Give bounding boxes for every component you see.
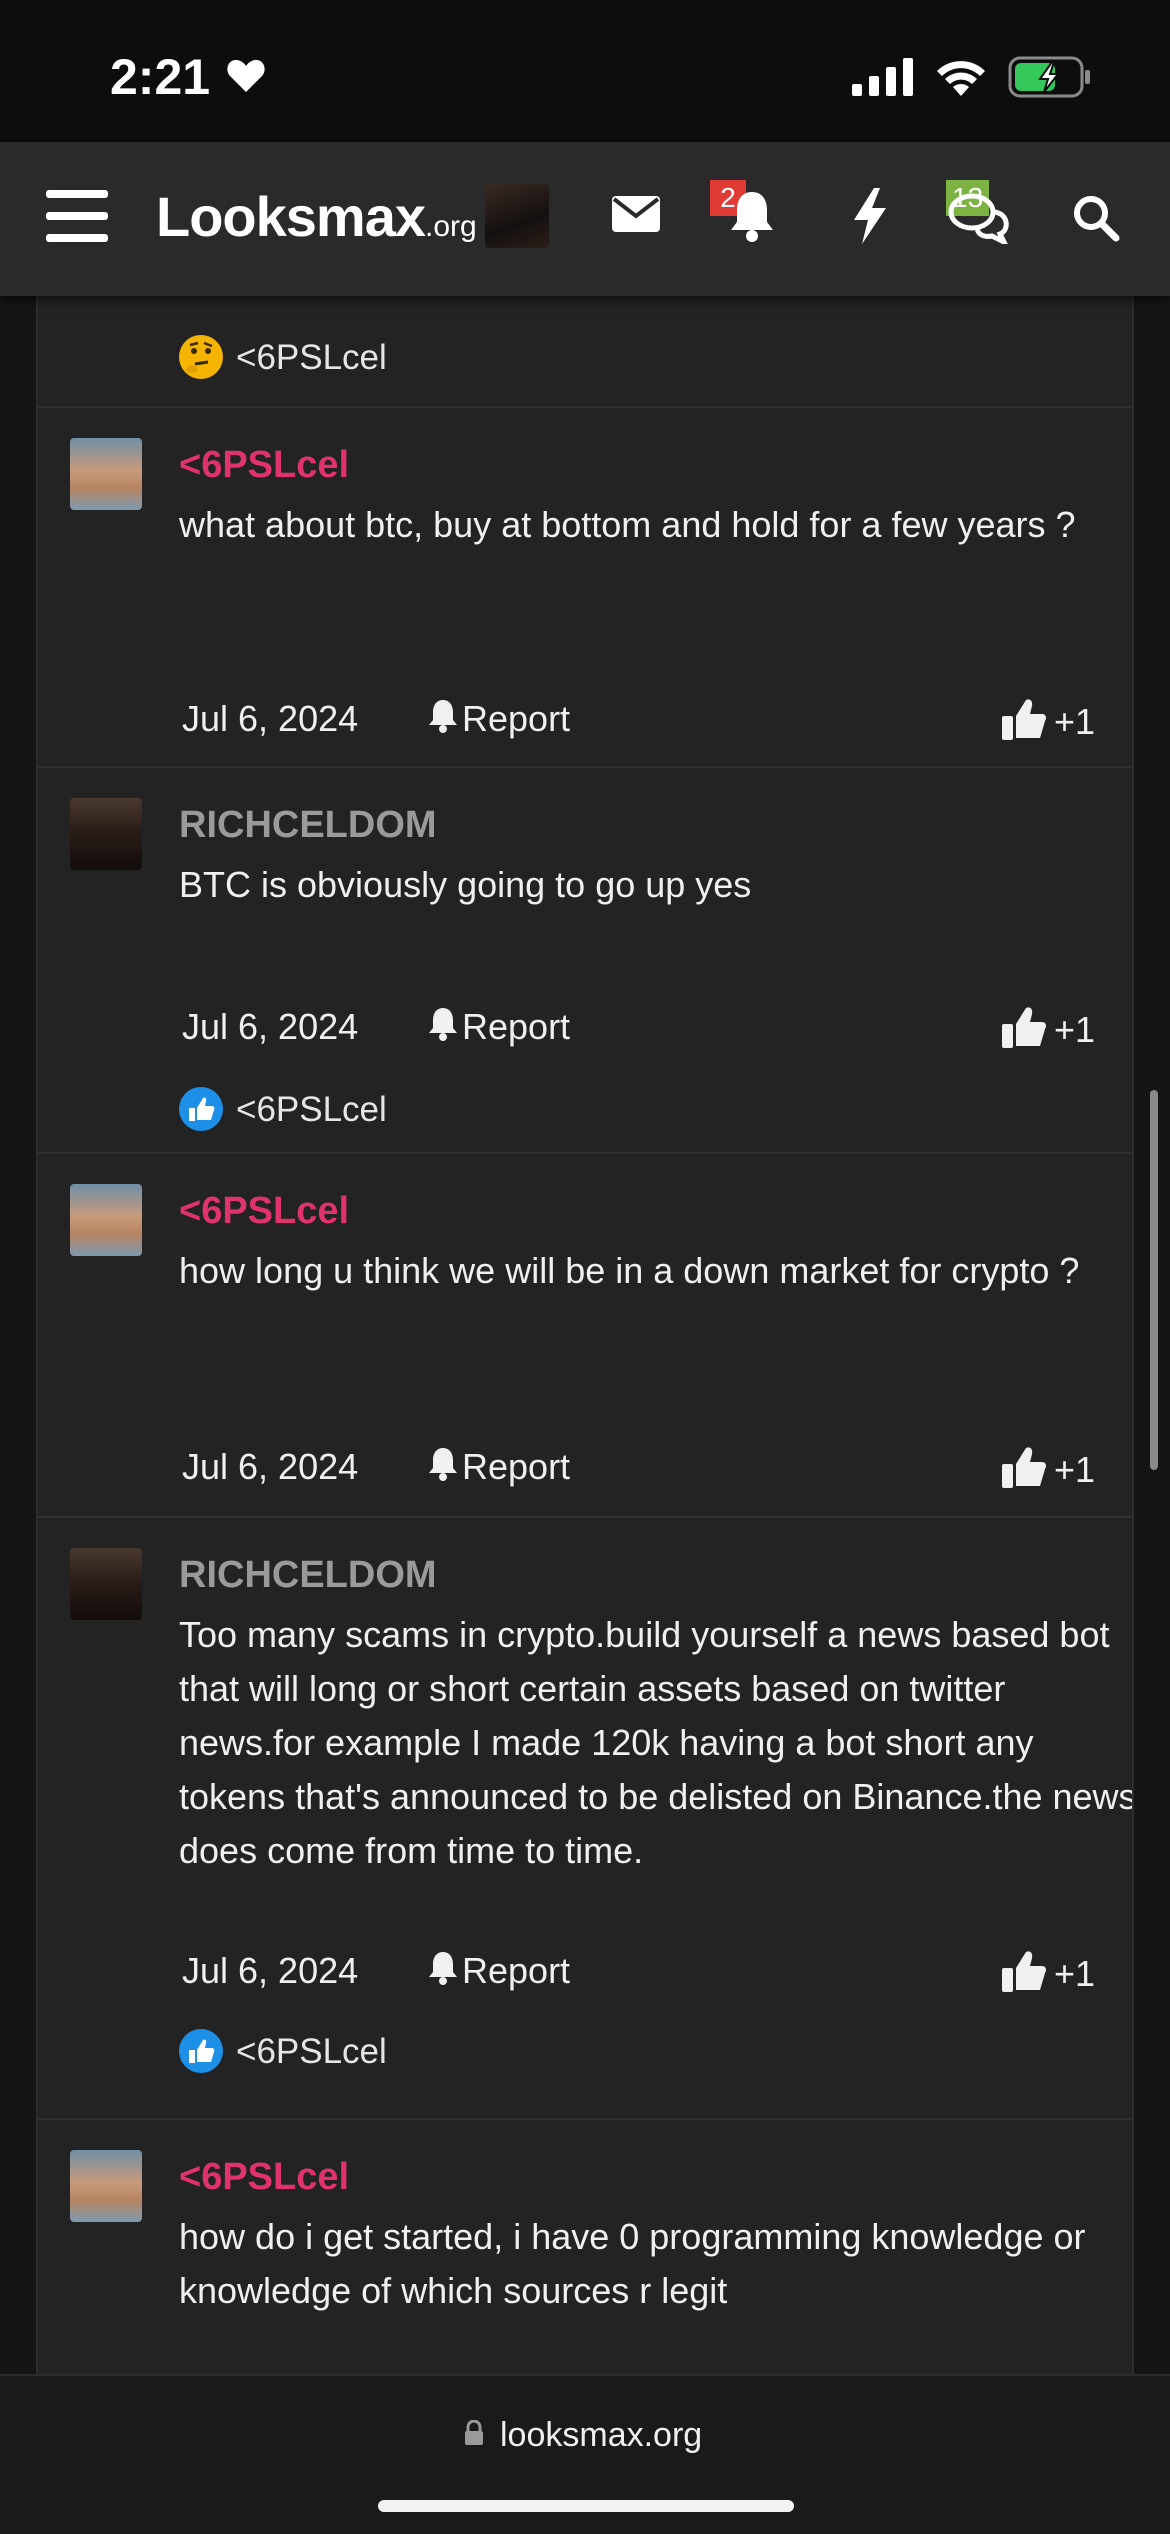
post-author[interactable]: <6PSLcel [179, 1190, 349, 1233]
logo-suffix: .org [425, 210, 477, 243]
heart-icon [227, 59, 265, 92]
url-text[interactable]: looksmax.org [500, 2416, 702, 2455]
bell-icon [429, 700, 457, 733]
post-body: how long u think we will be in a down ma… [179, 1250, 1080, 1291]
report-button[interactable]: Report [428, 698, 570, 740]
author-avatar[interactable] [70, 2150, 142, 2222]
post: RICHCELDOM Too many scams in crypto.buil… [38, 1518, 1132, 2118]
lock-icon [465, 2420, 483, 2445]
chat-bubbles-icon[interactable] [948, 192, 1012, 244]
user-avatar[interactable] [485, 184, 549, 248]
like-reaction-icon [179, 2029, 223, 2073]
author-avatar[interactable] [70, 1184, 142, 1256]
post-body: BTC is obviously going to go up yes [179, 864, 752, 905]
report-label: Report [462, 1006, 571, 1047]
post: RICHCELDOM BTC is obviously going to go … [38, 768, 1132, 1152]
site-logo[interactable]: Looksmax.org [156, 184, 477, 249]
reaction-summary[interactable]: <6PSLcel [38, 1068, 1132, 1148]
reaction-summary[interactable]: <6PSLcel [38, 2010, 1132, 2090]
status-time: 2:21 [110, 49, 211, 105]
report-label: Report [462, 1950, 571, 1991]
thumbs-up-icon [1002, 699, 1046, 740]
like-button[interactable]: +1 [1002, 698, 1095, 743]
reaction-username[interactable]: <6PSLcel [236, 2032, 387, 2072]
post-date[interactable]: Jul 6, 2024 [182, 698, 358, 740]
reaction-username[interactable]: <6PSLcel [236, 1090, 387, 1130]
scrollbar[interactable] [1150, 1090, 1158, 1470]
bell-icon [429, 1952, 457, 1985]
post: <6PSLcel what about btc, buy at bottom a… [38, 408, 1132, 766]
envelope-icon[interactable] [612, 196, 660, 232]
home-indicator[interactable] [378, 2500, 794, 2512]
report-button[interactable]: Report [428, 1446, 570, 1488]
hamburger-menu-icon[interactable] [46, 190, 108, 242]
like-label: +1 [1054, 1953, 1096, 1994]
report-button[interactable]: Report [428, 1006, 570, 1048]
post-author[interactable]: RICHCELDOM [179, 804, 437, 847]
report-button[interactable]: Report [428, 1950, 570, 1992]
thumbs-up-icon [1002, 1447, 1046, 1488]
post-author[interactable]: <6PSLcel [179, 444, 349, 487]
post-body: Too many scams in crypto.build yourself … [179, 1614, 1134, 1871]
post-body: what about btc, buy at bottom and hold f… [179, 504, 1076, 545]
thumbs-up-icon [1002, 1007, 1046, 1048]
post-date[interactable]: Jul 6, 2024 [182, 1950, 358, 1992]
battery-charging-icon [1008, 56, 1090, 98]
like-reaction-icon [179, 1087, 223, 1131]
author-avatar[interactable] [70, 798, 142, 870]
site-header: Looksmax.org 2 13 [0, 142, 1170, 296]
wifi-icon [937, 61, 985, 96]
post: <6PSLcel how do i get started, i have 0 … [38, 2120, 1132, 2374]
post-body: how do i get started, i have 0 programmi… [179, 2216, 1086, 2311]
like-button[interactable]: +1 [1002, 1950, 1095, 1995]
post-date[interactable]: Jul 6, 2024 [182, 1446, 358, 1488]
post: <6PSLcel how long u think we will be in … [38, 1154, 1132, 1516]
post-author[interactable]: <6PSLcel [179, 2156, 349, 2199]
search-icon[interactable] [1072, 194, 1120, 242]
post-author[interactable]: RICHCELDOM [179, 1554, 437, 1597]
thumbs-up-icon [1002, 1951, 1046, 1992]
bell-icon[interactable] [728, 190, 776, 242]
like-label: +1 [1054, 701, 1096, 742]
bell-icon [429, 1448, 457, 1481]
author-avatar[interactable] [70, 1548, 142, 1620]
report-label: Report [462, 698, 571, 739]
reaction-username[interactable]: <6PSLcel [236, 338, 387, 378]
like-button[interactable]: +1 [1002, 1006, 1095, 1051]
logo-text: Looksmax [156, 185, 426, 248]
report-label: Report [462, 1446, 571, 1487]
cellular-signal-icon [852, 58, 913, 96]
bell-icon [429, 1008, 457, 1041]
thinking-emoji-icon [179, 335, 223, 379]
author-avatar[interactable] [70, 438, 142, 510]
like-label: +1 [1054, 1449, 1096, 1490]
like-label: +1 [1054, 1009, 1096, 1050]
reaction-summary[interactable]: <6PSLcel [38, 316, 1132, 396]
thread-content: <6PSLcel <6PSLcel what about btc, buy at… [36, 296, 1134, 2374]
like-button[interactable]: +1 [1002, 1446, 1095, 1491]
status-bar: 2:21 [0, 0, 1170, 142]
post-date[interactable]: Jul 6, 2024 [182, 1006, 358, 1048]
lightning-bolt-icon[interactable] [852, 188, 888, 244]
